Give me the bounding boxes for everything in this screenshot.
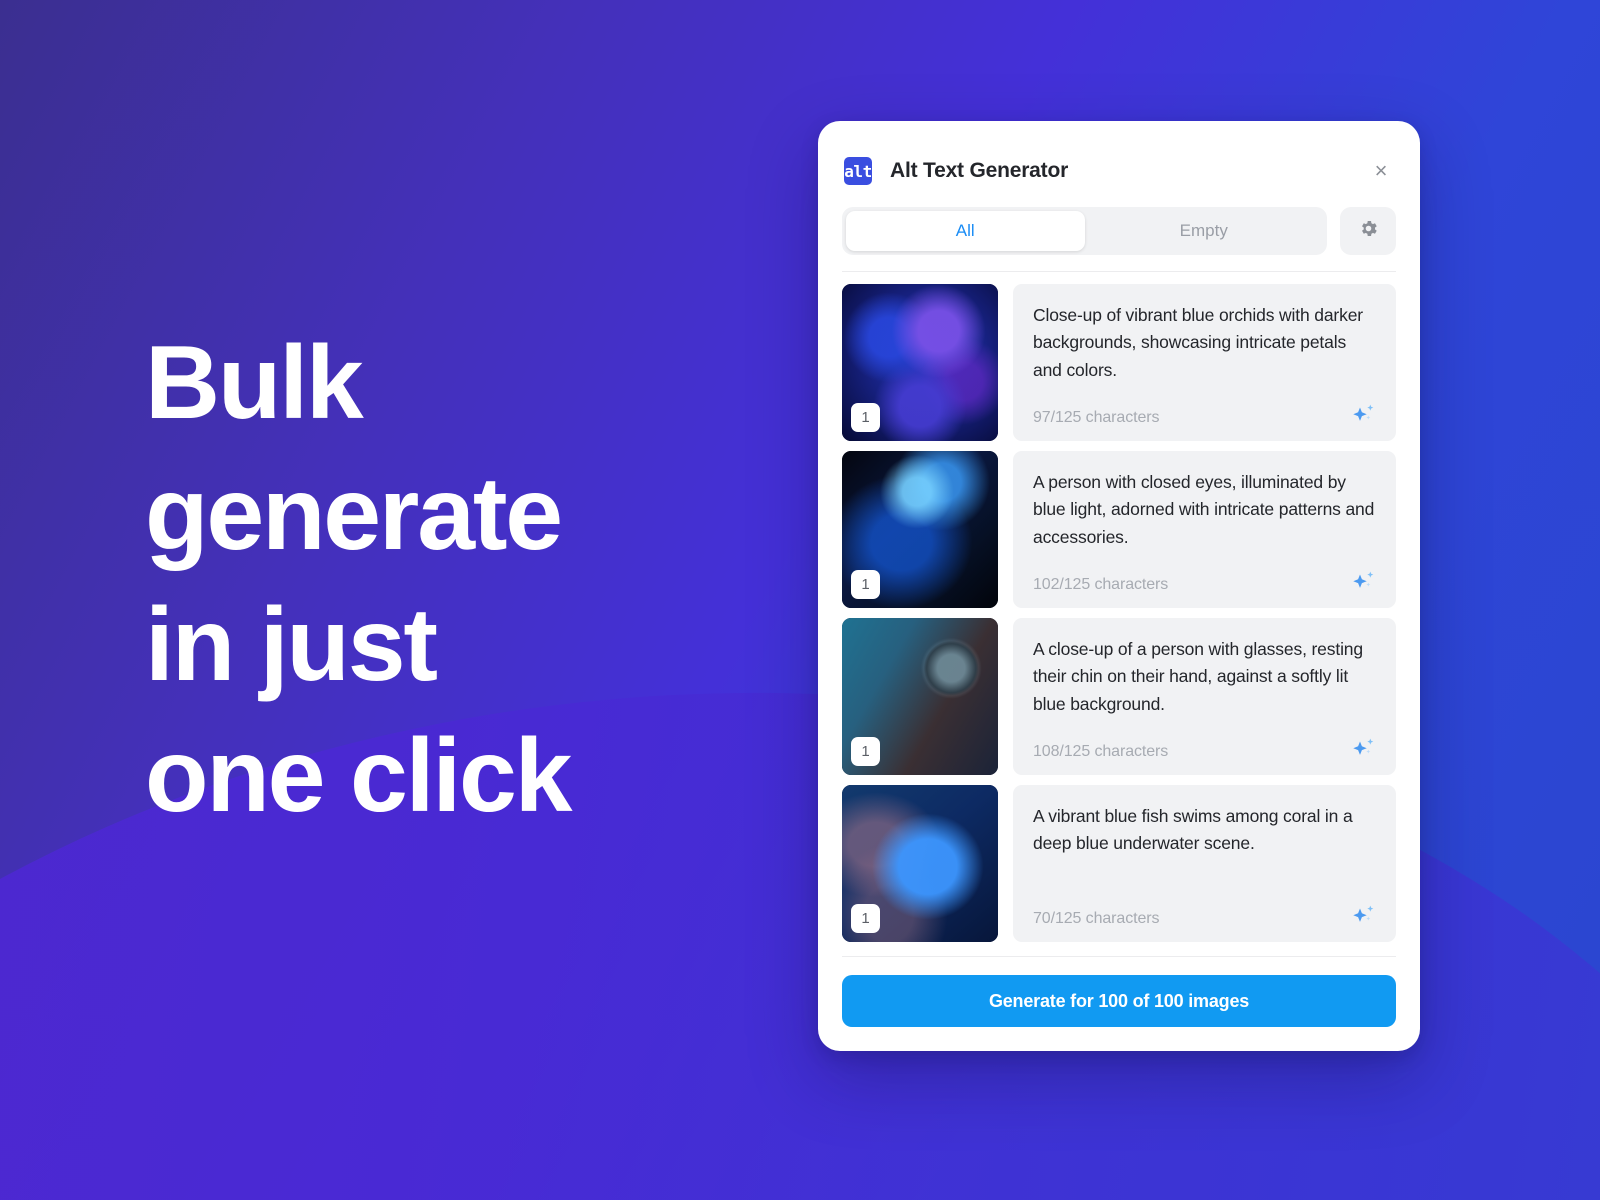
list-item: 1 A vibrant blue fish swims among coral …: [842, 785, 1396, 942]
card-footer: 108/125 characters: [1033, 737, 1376, 761]
alt-text-value: Close-up of vibrant blue orchids with da…: [1033, 305, 1363, 380]
character-count: 102/125 characters: [1033, 576, 1169, 593]
character-count: 108/125 characters: [1033, 743, 1169, 760]
sparkle-icon[interactable]: [1350, 570, 1376, 594]
image-count-badge: 1: [851, 570, 880, 599]
list-item: 1 Close-up of vibrant blue orchids with …: [842, 284, 1396, 441]
alt-text-value: A close-up of a person with glasses, res…: [1033, 639, 1363, 714]
character-count: 97/125 characters: [1033, 409, 1160, 426]
alt-text-value: A vibrant blue fish swims among coral in…: [1033, 806, 1353, 854]
alt-text-card[interactable]: Close-up of vibrant blue orchids with da…: [1013, 284, 1396, 441]
alt-text-card[interactable]: A person with closed eyes, illuminated b…: [1013, 451, 1396, 608]
close-icon[interactable]: ×: [1368, 158, 1394, 184]
alt-text-card[interactable]: A close-up of a person with glasses, res…: [1013, 618, 1396, 775]
panel-footer: Generate for 100 of 100 images: [818, 956, 1420, 1051]
image-thumbnail[interactable]: 1: [842, 284, 998, 441]
hero-headline-line-4: one click: [145, 718, 573, 835]
footer-divider: [842, 956, 1396, 957]
image-count-badge: 1: [851, 737, 880, 766]
settings-button[interactable]: [1340, 207, 1396, 255]
list-item: 1 A close-up of a person with glasses, r…: [842, 618, 1396, 775]
alt-text-generator-panel: alt Alt Text Generator × All Empty 1 Clo…: [818, 121, 1420, 1051]
list-item: 1 A person with closed eyes, illuminated…: [842, 451, 1396, 608]
image-count-badge: 1: [851, 904, 880, 933]
image-count-badge: 1: [851, 403, 880, 432]
hero-headline-line-1: Bulk: [145, 325, 364, 441]
sparkle-icon[interactable]: [1350, 737, 1376, 761]
card-footer: 70/125 characters: [1033, 904, 1376, 928]
generate-button[interactable]: Generate for 100 of 100 images: [842, 975, 1396, 1027]
image-thumbnail[interactable]: 1: [842, 785, 998, 942]
segmented-control: All Empty: [842, 207, 1327, 255]
image-list: 1 Close-up of vibrant blue orchids with …: [818, 272, 1420, 956]
promo-banner: Bulk generate in just one click alt Alt …: [0, 0, 1600, 1200]
hero-headline: Bulk generate in just one click: [145, 318, 765, 842]
tab-empty[interactable]: Empty: [1085, 211, 1324, 251]
panel-title: Alt Text Generator: [890, 159, 1069, 182]
image-thumbnail[interactable]: 1: [842, 451, 998, 608]
sparkle-icon[interactable]: [1350, 403, 1376, 427]
image-thumbnail[interactable]: 1: [842, 618, 998, 775]
hero-headline-line-2: generate: [145, 456, 563, 573]
alt-text-value: A person with closed eyes, illuminated b…: [1033, 472, 1375, 547]
alt-text-card[interactable]: A vibrant blue fish swims among coral in…: [1013, 785, 1396, 942]
tab-all[interactable]: All: [846, 211, 1085, 251]
tabs-row: All Empty: [818, 197, 1420, 255]
card-footer: 102/125 characters: [1033, 570, 1376, 594]
alt-logo-icon: alt: [844, 157, 872, 185]
hero-headline-line-3: in just: [145, 587, 438, 704]
sparkle-icon[interactable]: [1350, 904, 1376, 928]
gear-icon: [1358, 218, 1379, 244]
card-footer: 97/125 characters: [1033, 403, 1376, 427]
panel-header: alt Alt Text Generator ×: [818, 121, 1420, 197]
character-count: 70/125 characters: [1033, 910, 1160, 927]
